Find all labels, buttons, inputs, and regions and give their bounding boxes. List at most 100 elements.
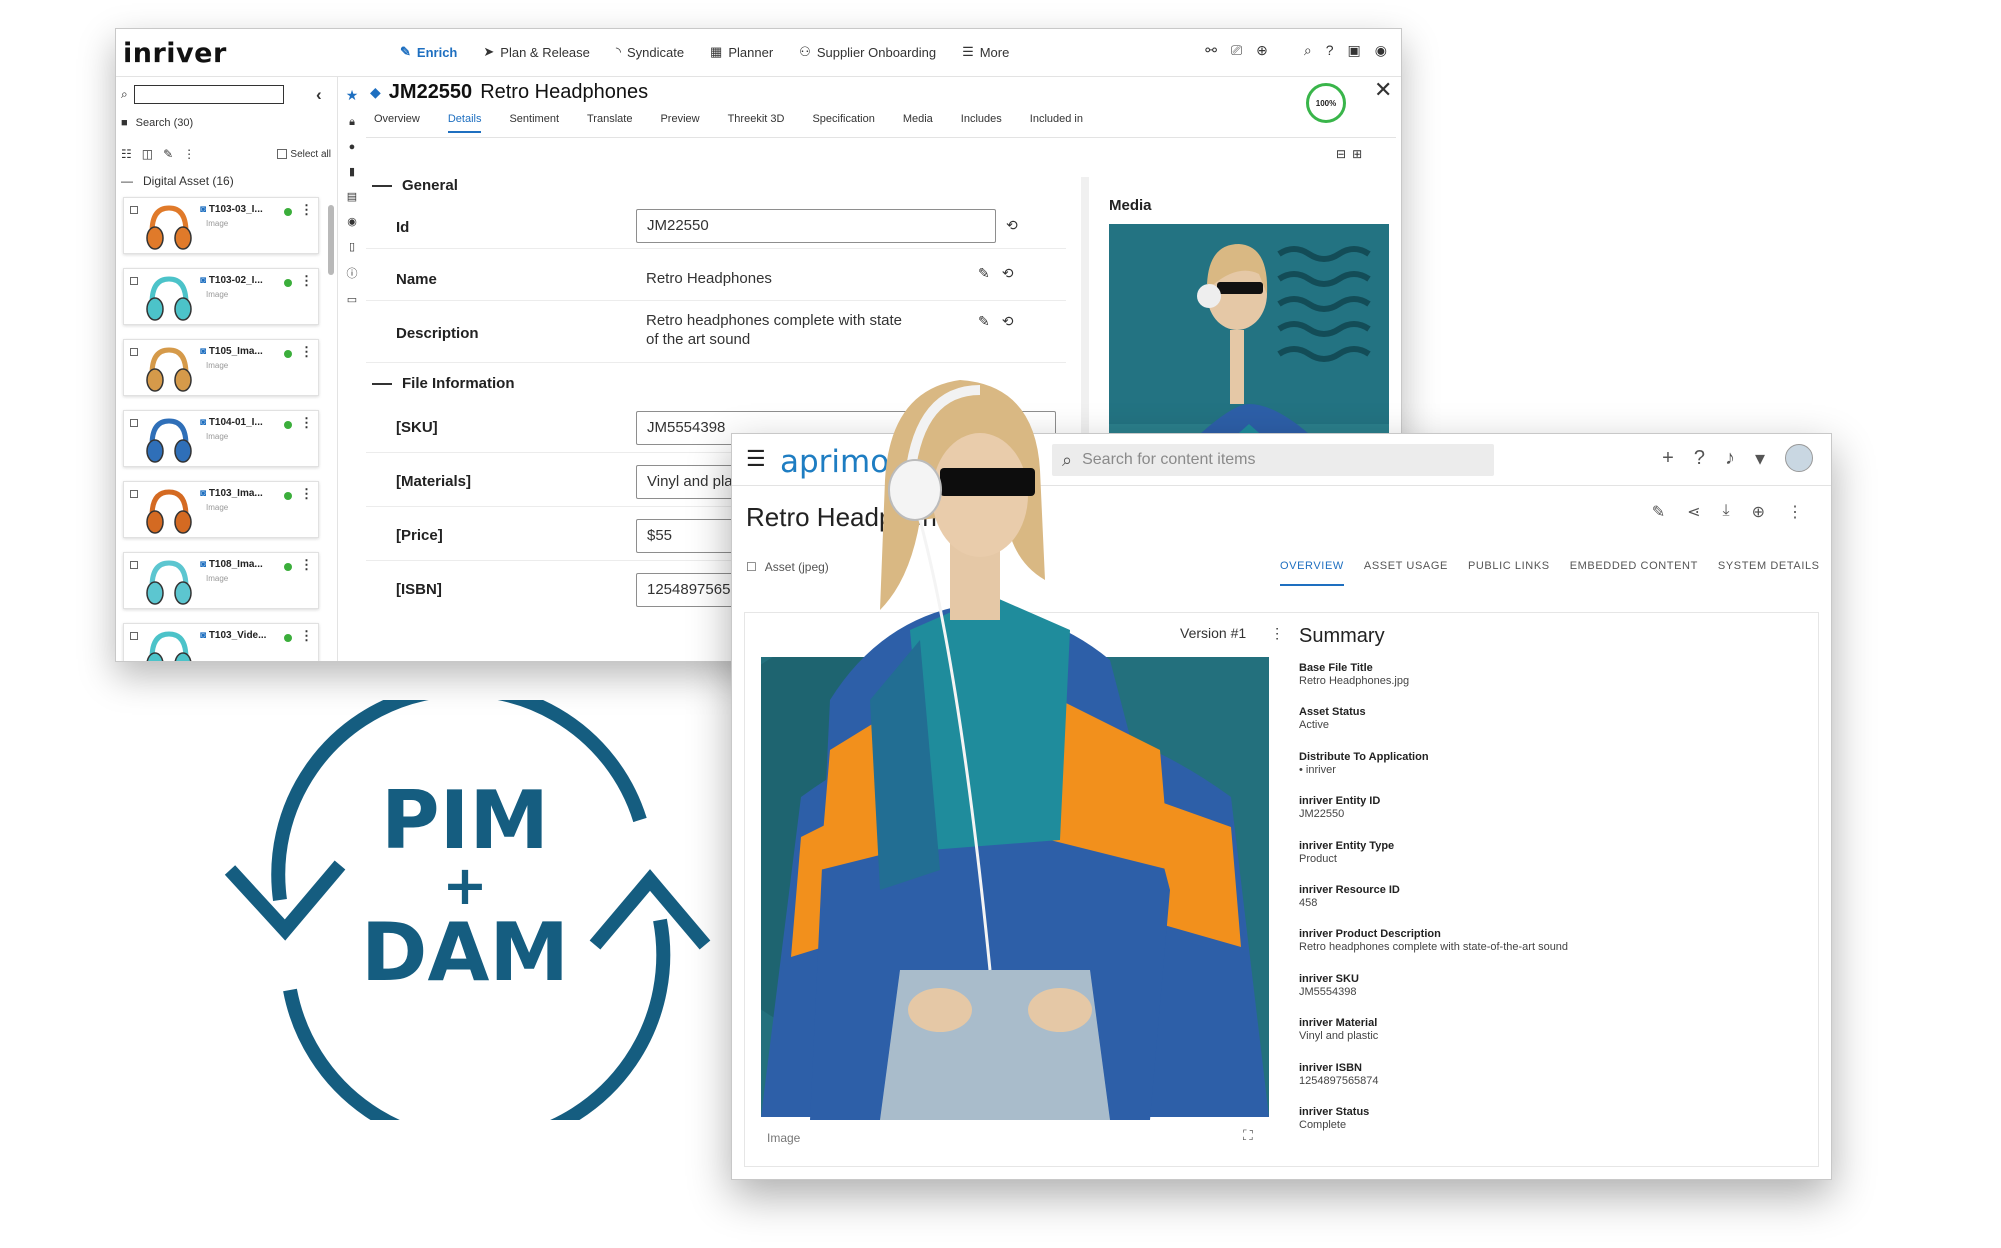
tab-system-details[interactable]: SYSTEM DETAILS <box>1718 560 1820 586</box>
connect-icon[interactable]: ⚯ <box>1205 42 1217 59</box>
nav-enrich[interactable]: ✎ Enrich <box>400 44 457 60</box>
tab-sentiment[interactable]: Sentiment <box>509 113 559 133</box>
nav-planner[interactable]: ▦ Planner <box>710 44 773 60</box>
asset-card[interactable]: ◙ T103_Ima... Image ⋮ <box>123 481 319 538</box>
star-icon[interactable]: ★ <box>346 87 359 104</box>
share-icon[interactable]: ⋖ <box>1687 502 1700 522</box>
collapse-all-icon[interactable]: ⊟ <box>1336 147 1346 161</box>
nav-plan-release[interactable]: ➤ Plan & Release <box>483 44 590 60</box>
section-general[interactable]: General <box>372 177 458 194</box>
image-label: Image <box>767 1131 801 1145</box>
search-count[interactable]: ■ Search (30) <box>121 117 193 129</box>
history-icon[interactable]: ⟲ <box>1002 313 1014 330</box>
collapse-panel-icon[interactable]: ‹ <box>316 85 322 105</box>
history-icon[interactable]: ⟲ <box>1006 217 1018 234</box>
basket-icon[interactable]: ▾ <box>1755 446 1765 471</box>
asset-card[interactable]: ◙ T103-02_I... Image ⋮ <box>123 268 319 325</box>
history-icon[interactable]: ⟲ <box>1002 265 1014 282</box>
kebab-menu-icon[interactable]: ⋮ <box>1270 625 1284 642</box>
description-value[interactable]: Retro headphones complete with state of … <box>646 311 906 349</box>
add-to-cart-icon[interactable]: ⊕ <box>1752 502 1765 522</box>
kebab-menu-icon[interactable]: ⋮ <box>300 344 313 360</box>
kebab-menu-icon[interactable]: ⋮ <box>183 147 195 161</box>
asset-checkbox[interactable] <box>130 419 138 427</box>
info-icon[interactable]: ⓘ <box>347 265 358 281</box>
tab-translate[interactable]: Translate <box>587 113 632 133</box>
tab-includes[interactable]: Includes <box>961 113 1002 133</box>
camera-icon: ◙ <box>200 417 207 428</box>
tab-media[interactable]: Media <box>903 113 933 133</box>
hamburger-icon[interactable]: ☰ <box>746 446 766 472</box>
asset-card[interactable]: ◙ T105_Ima... Image ⋮ <box>123 339 319 396</box>
kebab-menu-icon[interactable]: ⋮ <box>300 273 313 289</box>
comment-icon[interactable]: ● <box>349 141 356 153</box>
asset-card[interactable]: ◙ T108_Ima... Image ⋮ <box>123 552 319 609</box>
quick-search-input[interactable] <box>133 85 284 104</box>
avatar[interactable] <box>1785 444 1813 472</box>
version-selector[interactable]: Version #1 ⋮ <box>1180 625 1284 642</box>
name-value[interactable]: Retro Headphones <box>646 269 772 288</box>
tab-threekit-3d[interactable]: Threekit 3D <box>728 113 785 133</box>
kebab-menu-icon[interactable]: ⋮ <box>300 557 313 573</box>
tab-included-in[interactable]: Included in <box>1030 113 1083 133</box>
list-view-icon[interactable]: ☷ <box>121 147 132 161</box>
asset-card[interactable]: ◙ T103_Vide... ⋮ <box>123 623 319 661</box>
document-icon[interactable]: ▯ <box>349 240 355 253</box>
eye-icon[interactable]: ◉ <box>347 215 357 228</box>
bulk-edit-icon[interactable]: ✎ <box>163 147 173 161</box>
kebab-menu-icon[interactable]: ⋮ <box>300 415 313 431</box>
fullscreen-icon[interactable]: ⛶ <box>1243 1127 1253 1144</box>
lock-icon[interactable]: 🔒︎ <box>349 116 355 129</box>
tab-asset-usage[interactable]: ASSET USAGE <box>1364 560 1448 586</box>
section-file-information[interactable]: File Information <box>372 375 515 392</box>
search-icon[interactable]: ⌕ <box>1304 42 1312 59</box>
asset-checkbox[interactable] <box>130 206 138 214</box>
pencil-icon[interactable]: ✎ <box>1652 502 1665 522</box>
kebab-menu-icon[interactable]: ⋮ <box>300 628 313 644</box>
nav-more[interactable]: ☰ More <box>962 44 1009 60</box>
group-header[interactable]: — Digital Asset (16) <box>121 174 234 188</box>
close-icon[interactable]: ✕ <box>1374 77 1392 103</box>
trash-icon[interactable]: ▭ <box>347 293 357 306</box>
kebab-menu-icon[interactable]: ⋮ <box>300 202 313 218</box>
tab-overview[interactable]: OVERVIEW <box>1280 560 1344 586</box>
pencil-icon[interactable]: ✎ <box>978 313 990 330</box>
asset-checkbox[interactable] <box>130 348 138 356</box>
plus-icon[interactable]: + <box>1662 447 1674 470</box>
tab-embedded-content[interactable]: EMBEDDED CONTENT <box>1570 560 1698 586</box>
tab-public-links[interactable]: PUBLIC LINKS <box>1468 560 1550 586</box>
select-all[interactable]: Select all <box>277 149 331 160</box>
calculator-icon[interactable]: ▣ <box>1348 42 1361 59</box>
asset-checkbox[interactable] <box>130 277 138 285</box>
id-field[interactable]: JM22550 <box>636 209 996 243</box>
columns-icon[interactable]: ◫ <box>142 147 153 161</box>
asset-checkbox[interactable] <box>130 490 138 498</box>
pencil-icon[interactable]: ✎ <box>978 265 990 282</box>
select-all-checkbox[interactable] <box>277 149 288 159</box>
nav-syndicate[interactable]: ◝ Syndicate <box>616 44 684 60</box>
asset-checkbox[interactable] <box>130 632 138 640</box>
bell-icon[interactable]: ♪ <box>1725 447 1735 470</box>
expand-all-icon[interactable]: ⊞ <box>1352 147 1362 161</box>
aprimo-header-icons: + ? ♪ ▾ <box>1662 444 1813 472</box>
tab-overview[interactable]: Overview <box>374 113 420 133</box>
help-icon[interactable]: ? <box>1326 42 1334 59</box>
download-icon[interactable]: ⤓ <box>1723 502 1730 522</box>
kebab-menu-icon[interactable]: ⋮ <box>1787 502 1803 522</box>
scrollbar[interactable] <box>328 205 334 275</box>
zoom-icon[interactable]: ⊕ <box>1256 42 1268 59</box>
clipboard-icon[interactable]: ▮ <box>349 165 355 178</box>
tab-details[interactable]: Details <box>447 113 482 133</box>
nav-supplier-onboarding[interactable]: ⚇ Supplier Onboarding <box>799 44 936 60</box>
user-icon[interactable]: ◉ <box>1375 42 1387 59</box>
device-icon[interactable]: ⎚ <box>1231 42 1242 59</box>
tab-preview[interactable]: Preview <box>660 113 699 133</box>
stack-icon[interactable]: ▤ <box>347 190 357 203</box>
help-icon[interactable]: ? <box>1694 447 1705 470</box>
completeness-indicator[interactable]: 100% <box>1306 83 1346 123</box>
asset-checkbox[interactable] <box>130 561 138 569</box>
kebab-menu-icon[interactable]: ⋮ <box>300 486 313 502</box>
tab-specification[interactable]: Specification <box>812 113 874 133</box>
asset-card[interactable]: ◙ T103-03_I... Image ⋮ <box>123 197 319 254</box>
asset-card[interactable]: ◙ T104-01_I... Image ⋮ <box>123 410 319 467</box>
